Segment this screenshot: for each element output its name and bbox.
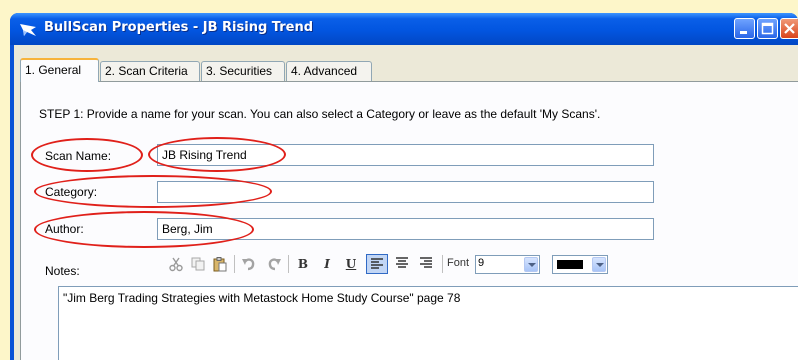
- chevron-down-icon[interactable]: [592, 257, 606, 272]
- align-left-icon: [371, 258, 383, 269]
- copy-icon: [191, 257, 205, 271]
- cut-button[interactable]: [167, 254, 185, 274]
- copy-button[interactable]: [189, 254, 207, 274]
- undo-icon: [242, 258, 255, 271]
- align-left-button[interactable]: [366, 254, 388, 274]
- italic-button[interactable]: I: [318, 254, 336, 274]
- undo-button[interactable]: [239, 254, 259, 274]
- close-button[interactable]: [780, 18, 798, 39]
- font-color-select[interactable]: [552, 255, 608, 274]
- tab-scan-criteria[interactable]: 2. Scan Criteria: [100, 61, 200, 81]
- toolbar-separator: [234, 255, 235, 273]
- maximize-button[interactable]: [757, 18, 778, 39]
- paste-icon: [213, 257, 227, 272]
- align-center-button[interactable]: [392, 254, 412, 274]
- font-size-select[interactable]: 9: [475, 255, 540, 274]
- notes-textarea[interactable]: "Jim Berg Trading Strategies with Metast…: [58, 286, 798, 360]
- underline-button[interactable]: U: [342, 254, 360, 274]
- close-icon: [784, 23, 795, 34]
- redo-icon: [268, 258, 281, 271]
- color-swatch: [557, 260, 583, 269]
- minimize-button[interactable]: [734, 18, 755, 39]
- properties-window: BullScan Properties - JB Rising Trend 1.…: [10, 13, 798, 360]
- align-center-icon: [396, 257, 408, 268]
- redo-button[interactable]: [264, 254, 284, 274]
- window-title: BullScan Properties - JB Rising Trend: [44, 20, 314, 35]
- tab-advanced[interactable]: 4. Advanced: [286, 61, 372, 81]
- maximize-icon: [761, 22, 774, 35]
- minimize-icon: [740, 31, 747, 34]
- step-instructions: STEP 1: Provide a name for your scan. Yo…: [39, 107, 601, 121]
- annotation-circle-author: [34, 211, 254, 248]
- bull-app-icon: [20, 24, 36, 36]
- toolbar-separator: [442, 255, 443, 273]
- title-bar[interactable]: BullScan Properties - JB Rising Trend: [10, 13, 798, 45]
- annotation-circle-category: [34, 175, 272, 208]
- scissors-icon: [169, 257, 183, 272]
- annotation-circle-scan-name: [31, 138, 143, 172]
- paste-button[interactable]: [211, 254, 229, 274]
- align-right-button[interactable]: [416, 254, 436, 274]
- annotation-circle-scan-name-value: [148, 137, 286, 172]
- font-size-value: 9: [478, 257, 485, 269]
- tab-general[interactable]: 1. General: [20, 58, 99, 82]
- notes-label: Notes:: [45, 264, 80, 278]
- toolbar-separator: [288, 255, 289, 273]
- font-label: Font: [447, 257, 470, 269]
- bold-button[interactable]: B: [294, 254, 312, 274]
- chevron-down-icon[interactable]: [524, 257, 538, 272]
- align-right-icon: [420, 257, 432, 268]
- notes-text: "Jim Berg Trading Strategies with Metast…: [63, 291, 461, 305]
- dialog-body: 1. General 2. Scan Criteria 3. Securitie…: [14, 45, 798, 360]
- tab-securities[interactable]: 3. Securities: [201, 61, 285, 81]
